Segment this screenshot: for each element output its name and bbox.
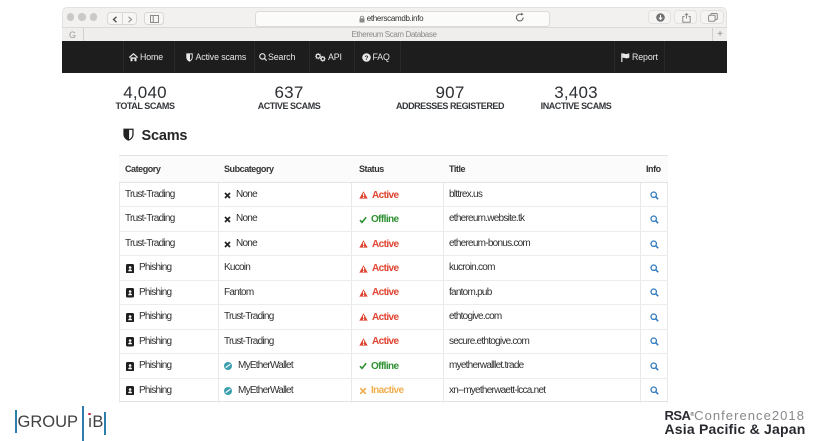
svg-text:?: ? (365, 55, 369, 62)
